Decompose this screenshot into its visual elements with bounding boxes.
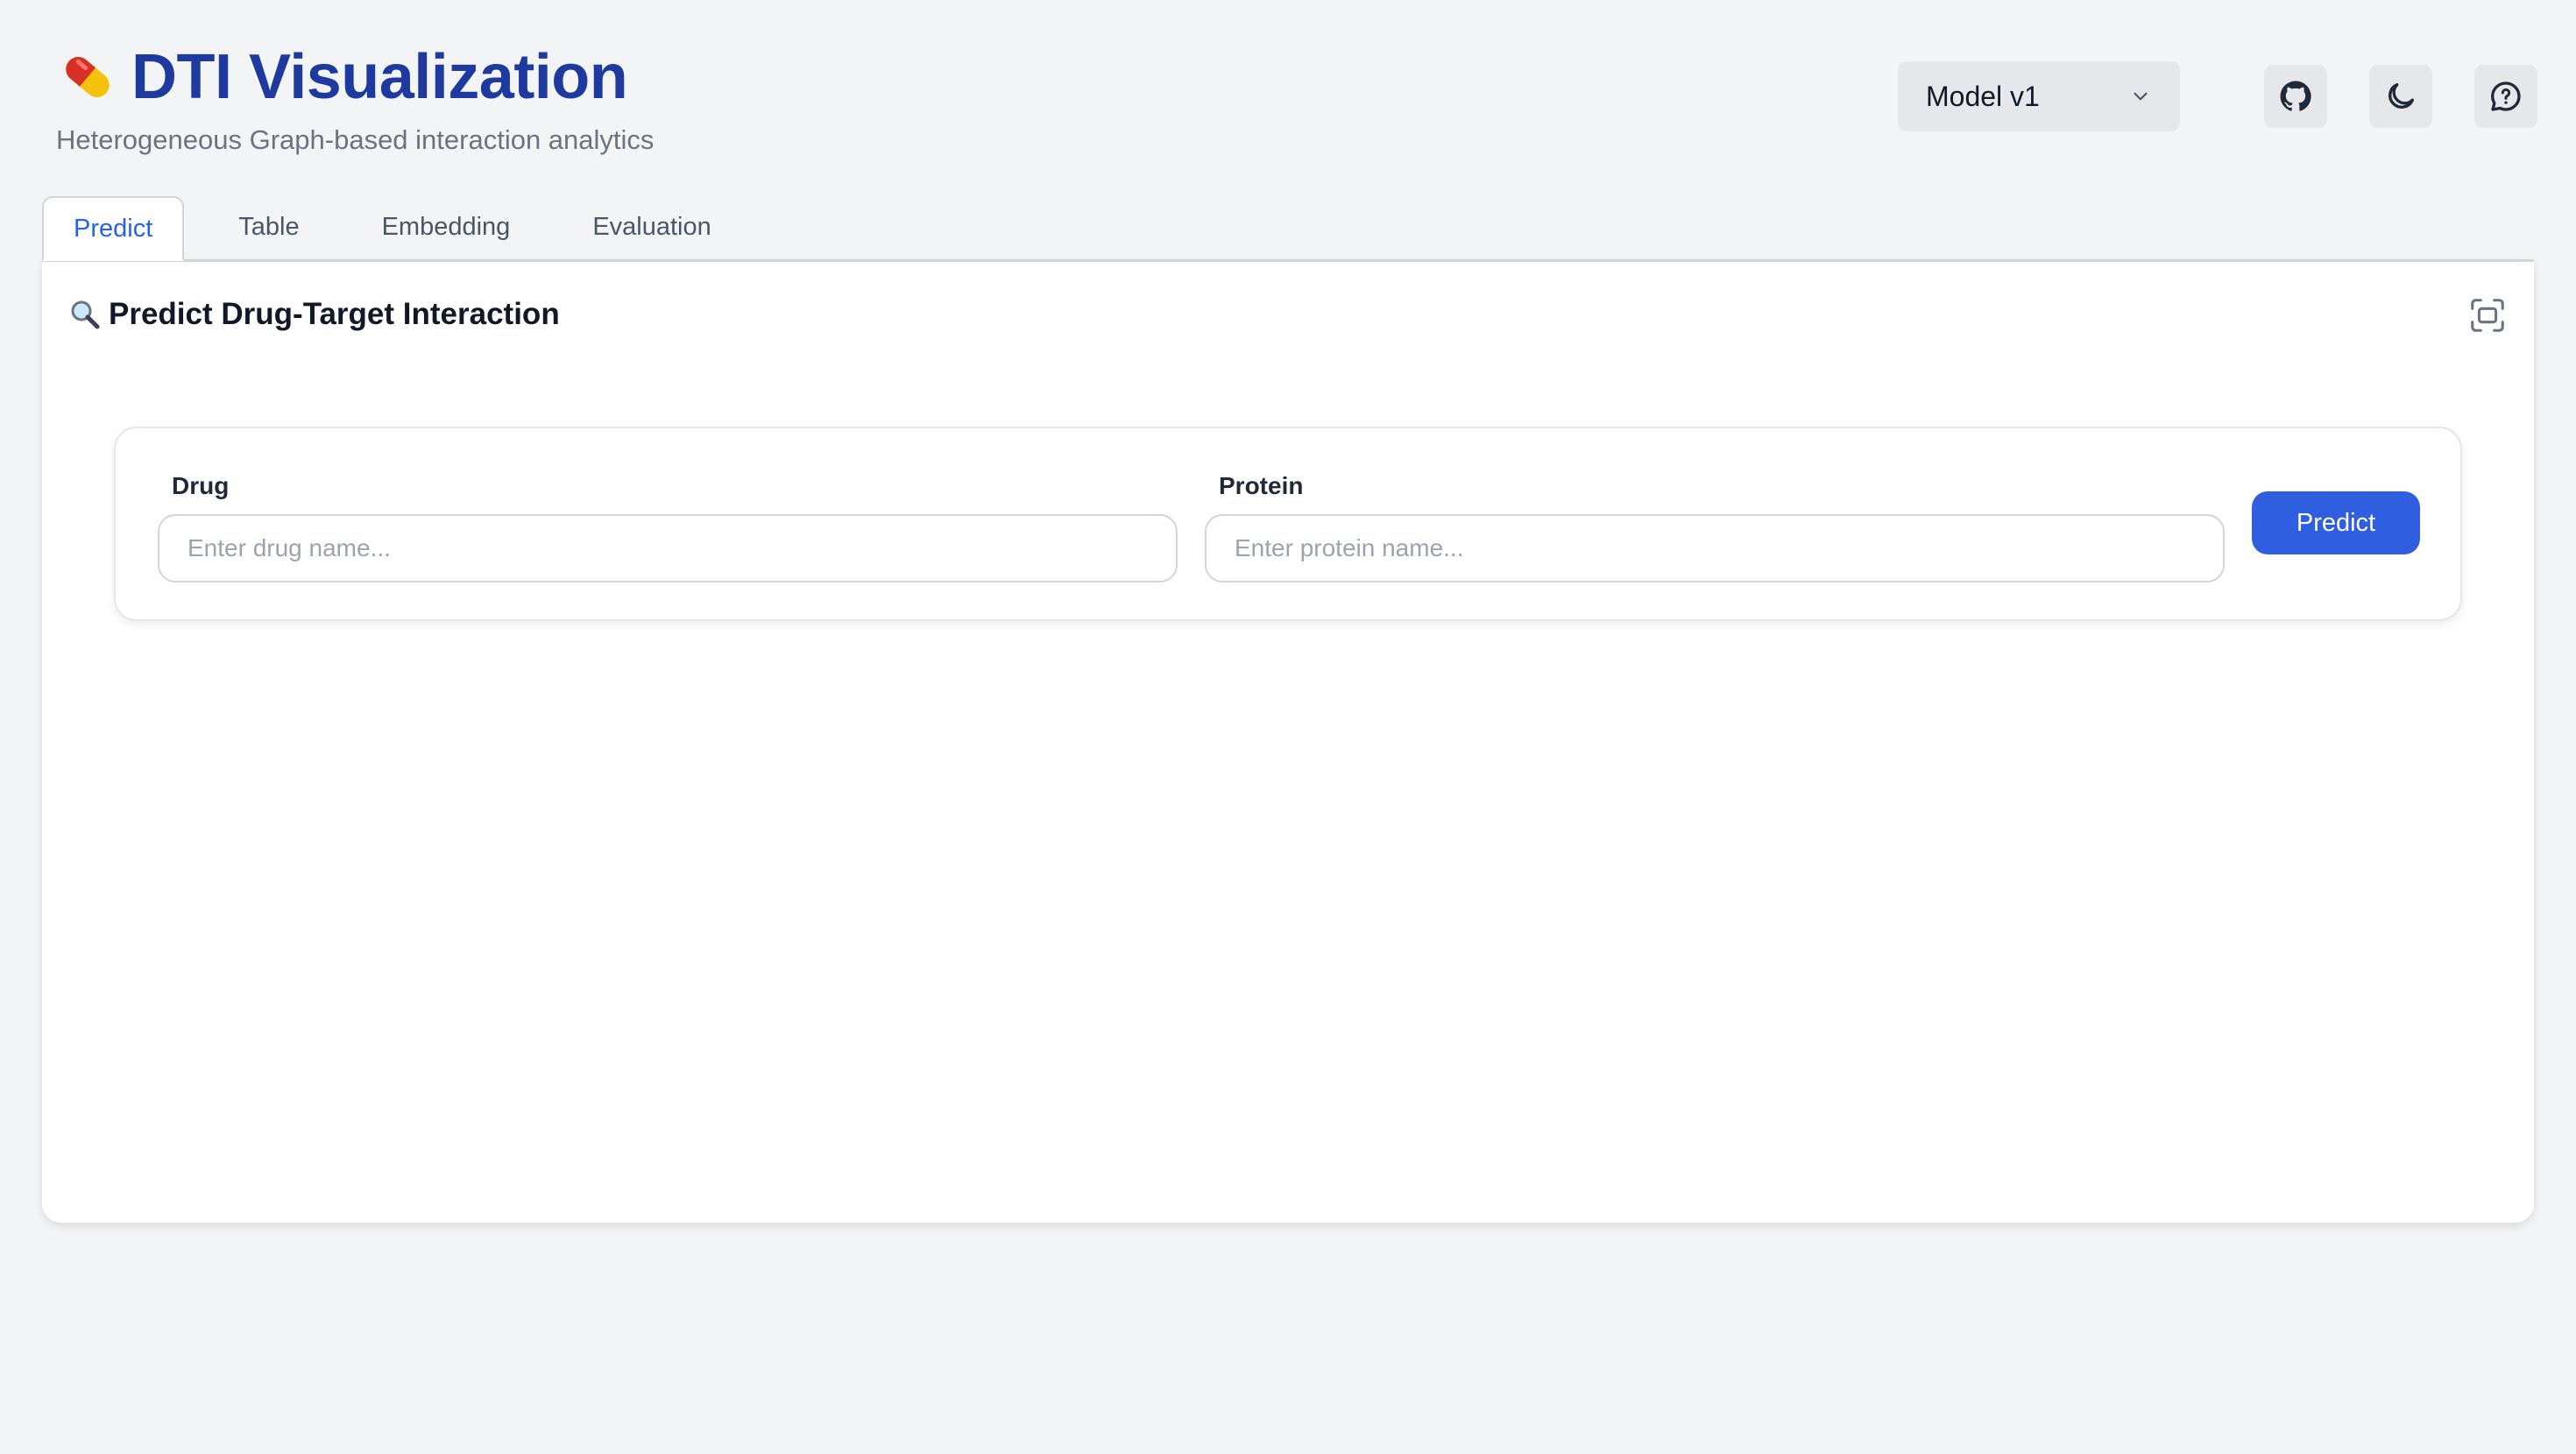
github-icon	[2280, 81, 2311, 111]
feedback-button[interactable]	[2474, 65, 2537, 128]
drug-input[interactable]	[158, 514, 1178, 582]
fullscreen-icon[interactable]	[2467, 295, 2508, 335]
predict-form-card: Drug Protein Predict	[114, 427, 2462, 621]
model-select-value: Model v1	[1926, 80, 2040, 112]
theme-toggle-button[interactable]	[2369, 65, 2432, 128]
app-subtitle: Heterogeneous Graph-based interaction an…	[56, 124, 655, 155]
header-controls: Model v1	[1898, 61, 2537, 131]
tab-embedding[interactable]: Embedding	[354, 194, 539, 259]
tab-table[interactable]: Table	[210, 194, 327, 259]
predict-panel: Predict Drug-Target Interaction Drug Pro…	[42, 259, 2534, 1223]
panel-title-text: Predict Drug-Target Interaction	[109, 297, 560, 331]
header: DTI Visualization Heterogeneous Graph-ba…	[56, 39, 654, 158]
app-root: DTI Visualization Heterogeneous Graph-ba…	[0, 0, 2576, 1454]
title-row: DTI Visualization	[56, 39, 654, 116]
github-button[interactable]	[2264, 65, 2327, 128]
protein-field: Protein	[1205, 470, 2225, 582]
tab-evaluation[interactable]: Evaluation	[564, 194, 739, 259]
magnifier-icon	[71, 300, 100, 329]
model-select[interactable]: Model v1	[1898, 61, 2180, 131]
app-title: DTI Visualization	[131, 42, 628, 112]
tab-bar: Predict Table Embedding Evaluation	[42, 194, 766, 261]
drug-label: Drug	[172, 472, 230, 499]
protein-input[interactable]	[1205, 514, 2225, 582]
feedback-chat-icon	[2491, 81, 2521, 111]
moon-icon	[2388, 83, 2414, 109]
protein-label: Protein	[1219, 472, 1304, 499]
tab-predict[interactable]: Predict	[42, 196, 185, 261]
pill-icon	[56, 46, 119, 109]
predict-button[interactable]: Predict	[2252, 491, 2420, 554]
drug-field: Drug	[158, 470, 1178, 582]
panel-title: Predict Drug-Target Interaction	[68, 297, 560, 332]
chevron-down-icon	[2134, 92, 2148, 101]
